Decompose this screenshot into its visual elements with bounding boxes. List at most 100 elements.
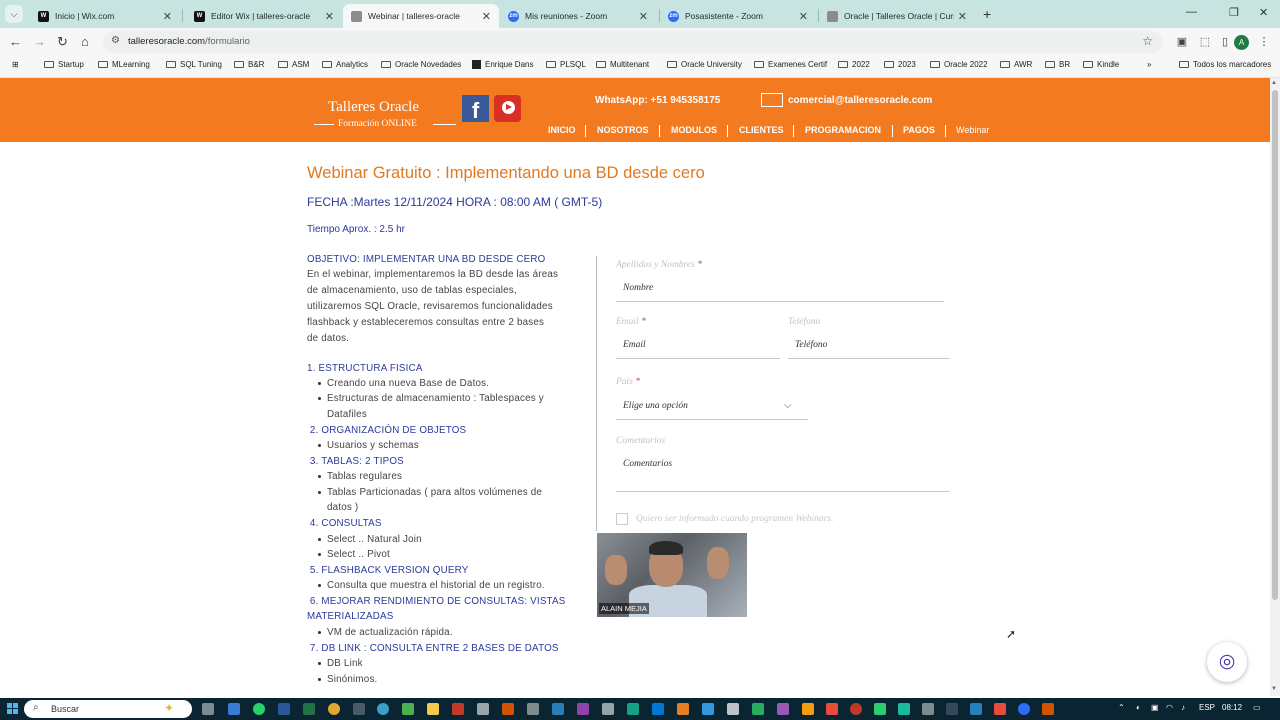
app-icon[interactable] [922,703,934,715]
outlook-icon[interactable] [652,703,664,715]
app-icon[interactable] [898,703,910,715]
app-icon[interactable] [477,703,489,715]
app-icon[interactable] [677,703,689,715]
bookmark-oracle-university[interactable]: Oracle University [667,60,742,69]
country-select[interactable]: Elige una opción [616,396,808,420]
forward-icon[interactable]: → [33,34,46,50]
nav-webinar[interactable]: Webinar [956,125,989,135]
close-icon[interactable]: ✕ [163,10,172,23]
youtube-icon[interactable] [494,95,521,122]
site-info-icon[interactable]: ⚙ [111,35,120,46]
app-icon[interactable] [353,703,365,715]
sidebar-icon[interactable]: ▯ [1218,35,1232,49]
close-icon[interactable]: ✕ [958,10,967,23]
close-icon[interactable]: ✕ [799,10,808,23]
nav-modulos[interactable]: MODULOS [671,125,717,135]
task-view-icon[interactable] [202,703,214,715]
bookmark-startup[interactable]: Startup [44,60,84,69]
tab-wix-home[interactable]: W Inicio | Wix.com ✕ [30,4,180,28]
app-icon[interactable] [874,703,886,715]
video-participant-tile[interactable]: ALAIN MEJIA [597,533,747,617]
app-icon[interactable] [552,703,564,715]
subscribe-checkbox[interactable] [616,513,628,525]
app-icon[interactable] [802,703,814,715]
tab-wix-editor[interactable]: W Editor Wix | talleres-oracle ✕ [186,4,342,28]
edge-icon[interactable] [228,703,240,715]
app-icon[interactable] [994,703,1006,715]
whatsapp-contact[interactable]: WhatsApp: +51 945358175 [595,95,720,106]
address-bar[interactable]: ⚙ talleresoracle.com/formulario ☆ [103,31,1163,53]
nav-inicio[interactable]: INICIO [548,125,576,135]
app-icon[interactable] [727,703,739,715]
nav-nosotros[interactable]: NOSOTROS [597,125,649,135]
bookmark-2022[interactable]: 2022 [838,60,870,69]
home-icon[interactable]: ⌂ [81,34,89,50]
facebook-icon[interactable]: f [462,95,489,123]
nav-programacion[interactable]: PROGRAMACION [805,125,881,135]
all-bookmarks[interactable]: Todos los marcadores [1179,60,1271,69]
reload-icon[interactable]: ↻ [57,34,68,50]
taskbar-search[interactable]: ⌕ Buscar ✦ [24,700,192,718]
bookmark-kindle[interactable]: Kindle [1083,60,1119,69]
bookmark-multitenant[interactable]: Multitenant [596,60,649,69]
tab-oracle-courses[interactable]: Oracle | Talleres Oracle | Cursos ✕ [819,4,975,28]
extensions-puzzle-icon[interactable]: ⬚ [1198,35,1212,49]
bookmark-mlearning[interactable]: MLearning [98,60,150,69]
bookmark-examenes-certif[interactable]: Examenes Certif [754,60,827,69]
minimize-icon[interactable]: — [1186,6,1197,18]
word-icon[interactable] [278,703,290,715]
bookmark-analytics[interactable]: Analytics [322,60,368,69]
app-icon[interactable] [577,703,589,715]
wifi-icon[interactable]: ◠ [1166,703,1173,712]
app-icon[interactable] [502,703,514,715]
bookmark-awr[interactable]: AWR [1000,60,1032,69]
app-icon[interactable] [602,703,614,715]
back-icon[interactable]: ← [9,34,22,50]
email-contact[interactable]: comercial@talleresoracle.com [788,95,932,106]
close-window-icon[interactable]: ✕ [1259,6,1268,19]
name-input[interactable]: Nombre [616,278,944,302]
site-logo-title[interactable]: Talleres Oracle [328,99,419,116]
comments-textarea[interactable]: Comentarios [616,454,950,492]
bookmark-oracle-2022[interactable]: Oracle 2022 [930,60,988,69]
tray-chevron-icon[interactable]: ⌃ [1118,703,1125,712]
close-icon[interactable]: ✕ [482,10,491,23]
edge-dev-icon[interactable] [377,703,389,715]
bookmarks-more[interactable]: » [1147,60,1151,69]
app-icon[interactable] [752,703,764,715]
tab-webinar[interactable]: Webinar | talleres-oracle ✕ [343,4,499,28]
bookmark-asm[interactable]: ASM [278,60,309,69]
page-scrollbar[interactable]: ▲ ▼ [1270,78,1280,696]
close-icon[interactable]: ✕ [325,10,334,23]
chat-widget-icon[interactable]: ◎ [1207,642,1247,682]
app-icon[interactable] [850,703,862,715]
tray-app-icon[interactable]: ▣ [1151,703,1159,712]
app-icon[interactable] [702,703,714,715]
nav-pagos[interactable]: PAGOS [903,125,935,135]
app-icon[interactable] [946,703,958,715]
tray-app-icon[interactable]: ◐ [1136,703,1141,712]
close-icon[interactable]: ✕ [639,10,648,23]
file-explorer-icon[interactable] [427,703,439,715]
extension-icon[interactable]: ▣ [1175,35,1189,49]
bookmark-oracle-novedades[interactable]: Oracle Novedades [381,60,461,69]
bookmark-plsql[interactable]: PLSQL [546,60,586,69]
profile-avatar[interactable]: A [1234,35,1249,50]
apps-grid-icon[interactable]: ⊞ [12,60,19,69]
language-indicator[interactable]: ESP [1199,703,1215,712]
menu-dots-icon[interactable]: ⋮ [1257,35,1271,49]
app-icon[interactable] [1042,703,1054,715]
tab-zoom-post[interactable]: zm Posasistente - Zoom ✕ [660,4,816,28]
bookmark-b-r[interactable]: B&R [234,60,264,69]
nav-clientes[interactable]: CLIENTES [739,125,784,135]
app-icon[interactable] [826,703,838,715]
whatsapp-icon[interactable] [253,703,265,715]
app-icon[interactable] [970,703,982,715]
app-icon[interactable] [777,703,789,715]
app-icon[interactable] [402,703,414,715]
notifications-icon[interactable]: ▭ [1253,703,1261,712]
bookmark-sql-tuning[interactable]: SQL Tuning [166,60,222,69]
app-icon[interactable] [627,703,639,715]
volume-icon[interactable]: ♪ [1181,703,1185,712]
bookmark-star-icon[interactable]: ☆ [1142,34,1153,48]
